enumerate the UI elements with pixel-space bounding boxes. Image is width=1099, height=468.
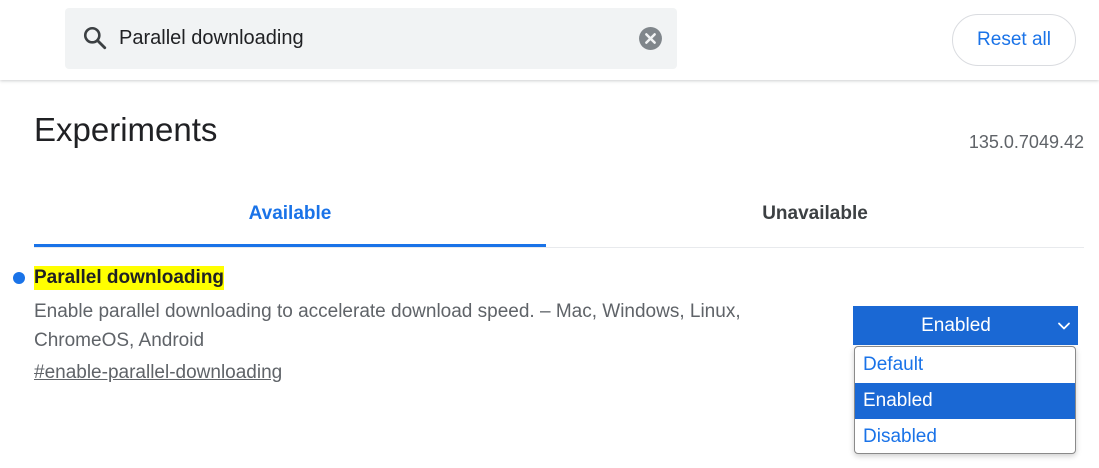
chevron-down-icon [1058, 322, 1070, 330]
experiment-state-select[interactable]: Enabled [853, 306, 1078, 345]
reset-all-button[interactable]: Reset all [952, 14, 1076, 66]
experiment-permalink[interactable]: #enable-parallel-downloading [34, 361, 282, 385]
clear-search-icon[interactable] [638, 26, 663, 51]
experiment-description: Enable parallel downloading to accelerat… [34, 301, 741, 351]
option-default[interactable]: Default [855, 347, 1075, 383]
select-dropdown-list: Default Enabled Disabled [854, 346, 1076, 454]
search-box[interactable] [65, 8, 677, 69]
modified-indicator-dot [13, 272, 25, 284]
select-value: Enabled [921, 315, 991, 336]
option-disabled[interactable]: Disabled [855, 419, 1075, 453]
tab-unavailable[interactable]: Unavailable [559, 180, 1071, 247]
experiment-name: Parallel downloading [34, 266, 225, 290]
tab-available[interactable]: Available [34, 180, 546, 247]
version-label: 135.0.7049.42 [968, 132, 1084, 152]
tab-strip: Available Unavailable [34, 180, 1084, 248]
option-enabled[interactable]: Enabled [855, 383, 1075, 419]
header-bar: Reset all [0, 0, 1099, 80]
page-title: Experiments [34, 111, 218, 148]
search-icon [83, 26, 107, 50]
search-input[interactable] [119, 22, 619, 54]
